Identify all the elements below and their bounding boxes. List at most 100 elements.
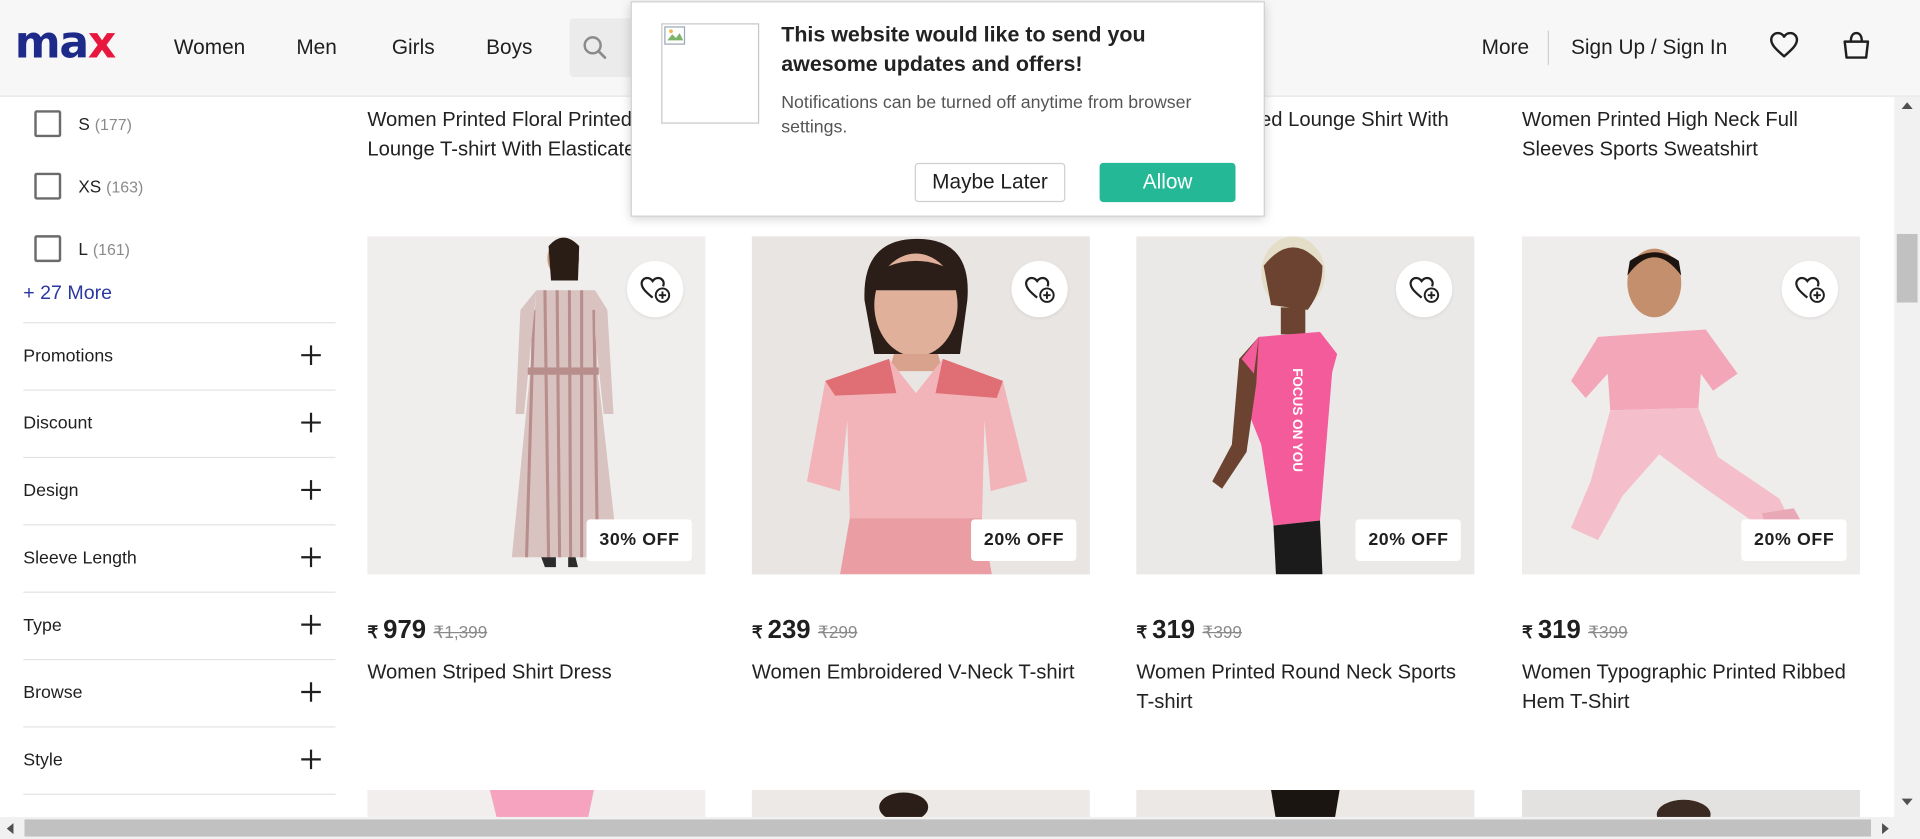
currency-symbol: ₹ [751, 622, 763, 642]
product-title[interactable]: Women Printed High Neck Full Sleeves Spor… [1522, 105, 1798, 164]
sale-price: 319 [1152, 616, 1196, 645]
size-label: L [78, 238, 88, 259]
size-option-xs[interactable]: XS (163) [34, 171, 143, 200]
nav-women[interactable]: Women [174, 36, 245, 60]
product-image[interactable] [1522, 789, 1861, 820]
scroll-up-arrow-icon[interactable] [1900, 100, 1913, 110]
filter-type[interactable]: Type [23, 591, 336, 659]
nav-more[interactable]: More [1482, 36, 1529, 60]
sale-price: 319 [1537, 616, 1581, 645]
filter-label: Browse [23, 683, 83, 704]
search-icon [583, 36, 607, 59]
dialog-message: Notifications can be turned off anytime … [781, 93, 1192, 138]
original-price: ₹1,399 [433, 622, 488, 642]
wishlist-add-button[interactable] [1395, 260, 1453, 318]
plus-icon[interactable] [300, 412, 322, 434]
size-option-l[interactable]: L (161) [34, 234, 130, 263]
filter-style[interactable]: Style [23, 726, 336, 793]
original-price: ₹399 [1202, 622, 1242, 642]
wishlist-add-button[interactable] [1011, 260, 1068, 318]
discount-badge: 20% OFF [1741, 519, 1847, 561]
size-label: XS [78, 176, 102, 196]
discount-badge: 20% OFF [971, 519, 1077, 561]
header-divider [1547, 30, 1549, 65]
product-title[interactable]: Women Embroidered V-Neck T-shirt [752, 658, 1095, 687]
maybe-later-button[interactable]: Maybe Later [914, 162, 1066, 203]
bag-icon[interactable] [1840, 29, 1872, 61]
original-price: ₹299 [817, 622, 858, 642]
horizontal-scrollbar-thumb[interactable] [24, 819, 1872, 837]
currency-symbol: ₹ [367, 622, 379, 642]
plus-icon[interactable] [300, 614, 322, 636]
size-count: (161) [92, 239, 130, 258]
sale-price: 239 [767, 616, 811, 645]
size-option-s[interactable]: S (177) [34, 109, 132, 138]
product-image[interactable] [1136, 789, 1475, 820]
nav-men[interactable]: Men [296, 36, 337, 60]
max-logo[interactable]: max [15, 19, 117, 69]
price-row: ₹ 319 ₹399 [1136, 616, 1242, 645]
filter-label: Promotions [23, 346, 114, 367]
size-label: S [78, 113, 90, 134]
plus-icon[interactable] [300, 344, 322, 366]
broken-image-icon [661, 23, 760, 124]
vertical-scrollbar-thumb[interactable] [1896, 233, 1918, 303]
price-row: ₹ 239 ₹299 [752, 616, 858, 645]
filter-browse[interactable]: Browse [23, 658, 336, 726]
filter-label: Sleeve Length [23, 548, 137, 569]
signin-link[interactable]: Sign Up / Sign In [1571, 36, 1727, 60]
product-image[interactable]: 20% OFF [751, 236, 1090, 575]
product-image[interactable] [751, 789, 1090, 820]
size-count: (177) [94, 114, 132, 133]
filter-label: Design [23, 481, 79, 501]
wishlist-add-button[interactable] [626, 260, 684, 318]
nav-boys[interactable]: Boys [486, 36, 532, 60]
product-title[interactable]: Women Typographic Printed Ribbed Hem T-S… [1522, 658, 1865, 717]
size-count: (163) [106, 176, 144, 196]
heart-plus-icon [1409, 276, 1440, 303]
size-checkbox[interactable] [34, 110, 62, 138]
price-row: ₹ 979 ₹1,399 [367, 616, 487, 645]
filter-sleeve-length[interactable]: Sleeve Length [23, 524, 336, 591]
scroll-left-arrow-icon[interactable] [5, 822, 15, 835]
notification-permission-dialog: This website would like to send you awes… [630, 1, 1265, 217]
size-checkbox[interactable] [34, 172, 62, 200]
broken-image-glyph [664, 26, 686, 45]
heart-icon[interactable] [1768, 29, 1800, 61]
product-photo-peek [1271, 789, 1340, 820]
size-checkbox[interactable] [34, 235, 62, 263]
discount-badge: 30% OFF [587, 519, 692, 561]
filter-label: Type [23, 616, 62, 636]
currency-symbol: ₹ [1522, 622, 1533, 642]
heart-plus-icon [1795, 276, 1825, 303]
wishlist-add-button[interactable] [1781, 260, 1838, 318]
more-sizes-link[interactable]: + 27 More [23, 283, 112, 305]
scroll-right-arrow-icon[interactable] [1881, 822, 1891, 835]
nav-girls[interactable]: Girls [392, 36, 435, 60]
product-title[interactable]: Women Printed Floral Printed Lounge T-shi… [367, 105, 646, 164]
heart-plus-icon [1025, 276, 1055, 303]
filter-promotions[interactable]: Promotions [23, 322, 336, 389]
filter-design[interactable]: Design [23, 456, 336, 524]
product-image[interactable]: 20% OFF [1522, 236, 1861, 575]
filter-discount[interactable]: Discount [23, 389, 336, 456]
product-image[interactable]: FOCUS ON YOU 20% OFF [1136, 236, 1475, 575]
discount-badge: 20% OFF [1356, 519, 1461, 561]
plus-icon[interactable] [300, 546, 322, 568]
dialog-title: This website would like to send you awes… [781, 22, 1146, 76]
product-title[interactable]: Women Printed Round Neck Sports T-shirt [1136, 658, 1479, 717]
product-title[interactable]: Women Striped Shirt Dress [367, 658, 710, 687]
vertical-scrollbar[interactable] [1894, 96, 1920, 817]
allow-button[interactable]: Allow [1099, 162, 1236, 203]
product-photo-peek [1656, 799, 1711, 820]
filter-label: Style [23, 750, 63, 771]
plus-icon[interactable] [300, 479, 322, 501]
product-photo-peek [489, 789, 594, 820]
product-image[interactable] [367, 789, 706, 820]
plus-icon[interactable] [300, 681, 322, 703]
product-image[interactable]: 30% OFF [367, 236, 706, 575]
plus-icon[interactable] [300, 748, 322, 770]
currency-symbol: ₹ [1136, 622, 1148, 642]
product-title[interactable]: ed Lounge Shirt With [1260, 105, 1449, 134]
scroll-down-arrow-icon[interactable] [1900, 797, 1913, 807]
